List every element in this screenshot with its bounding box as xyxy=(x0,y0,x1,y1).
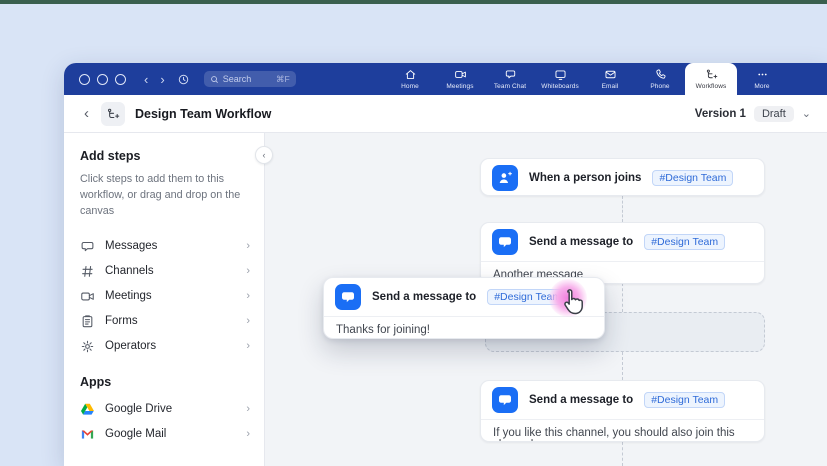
clipboard-icon xyxy=(80,314,95,329)
chevron-down-icon[interactable]: ⌄ xyxy=(802,107,811,120)
window-zoom-button[interactable] xyxy=(115,74,126,85)
whiteboard-icon xyxy=(554,68,567,81)
video-camera-icon xyxy=(454,68,467,81)
video-camera-icon xyxy=(80,289,95,304)
chevron-right-icon: › xyxy=(246,290,250,302)
search-placeholder: Search xyxy=(223,74,272,84)
window-close-button[interactable] xyxy=(79,74,90,85)
page-title: Design Team Workflow xyxy=(135,107,271,121)
connector-line xyxy=(622,442,623,466)
nav-tab-meetings[interactable]: Meetings xyxy=(435,63,485,95)
search-icon xyxy=(210,75,219,84)
back-button[interactable]: ‹ xyxy=(84,105,89,122)
workflow-icon-badge xyxy=(101,102,125,126)
chat-bubble-icon xyxy=(492,229,518,255)
chevron-right-icon: › xyxy=(246,240,250,252)
sidebar-collapse-button[interactable]: ‹ xyxy=(255,146,273,164)
chevron-right-icon: › xyxy=(246,340,250,352)
window-minimize-button[interactable] xyxy=(97,74,108,85)
nav-tab-workflows[interactable]: Workflows xyxy=(685,63,737,95)
app-window: ‹ › Search ⌘F Home Meetings Team Chat xyxy=(64,63,827,466)
search-input[interactable]: Search ⌘F xyxy=(204,71,296,87)
more-dots-icon xyxy=(756,68,769,81)
apps-heading: Apps xyxy=(80,375,250,389)
sidebar-item-messages[interactable]: Messages › xyxy=(80,234,250,259)
search-shortcut: ⌘F xyxy=(276,74,290,85)
nav-tab-whiteboards[interactable]: Whiteboards xyxy=(535,63,585,95)
main-nav: Home Meetings Team Chat Whiteboards Emai… xyxy=(385,63,787,95)
workflow-step-message-1[interactable]: Send a message to #Design Team Another m… xyxy=(480,222,765,284)
nav-tab-more[interactable]: More xyxy=(737,63,787,95)
connector-line xyxy=(622,283,623,312)
screen-top-edge xyxy=(0,0,827,4)
connector-line xyxy=(622,196,623,222)
sidebar-item-google-mail[interactable]: Google Mail › xyxy=(80,422,250,447)
nav-tab-phone[interactable]: Phone xyxy=(635,63,685,95)
nav-tab-email[interactable]: Email xyxy=(585,63,635,95)
google-drive-icon xyxy=(80,402,95,417)
hash-icon xyxy=(80,264,95,279)
step-body-text: If you like this channel, you should als… xyxy=(481,420,764,442)
window-controls[interactable] xyxy=(79,74,126,85)
connector-line xyxy=(622,352,623,380)
status-badge: Draft xyxy=(754,106,794,122)
step-title: When a person joins xyxy=(529,172,641,184)
chevron-right-icon: › xyxy=(246,403,250,415)
step-title: Send a message to xyxy=(529,236,633,248)
sidebar-item-operators[interactable]: Operators › xyxy=(80,334,250,359)
workflow-step-trigger[interactable]: When a person joins #Design Team xyxy=(480,158,765,196)
workflow-icon xyxy=(106,107,120,121)
chat-bubble-icon xyxy=(504,68,517,81)
channel-tag[interactable]: #Design Team xyxy=(644,392,725,408)
add-steps-sidebar: Add steps Click steps to add them to thi… xyxy=(64,133,265,466)
envelope-icon xyxy=(604,68,617,81)
nav-forward-button[interactable]: › xyxy=(154,73,170,86)
chevron-right-icon: › xyxy=(246,428,250,440)
phone-icon xyxy=(654,68,667,81)
nav-tab-home[interactable]: Home xyxy=(385,63,435,95)
hand-pointer-cursor xyxy=(557,288,587,320)
topbar: ‹ › Search ⌘F Home Meetings Team Chat xyxy=(64,63,827,95)
sidebar-item-forms[interactable]: Forms › xyxy=(80,309,250,334)
nav-back-button[interactable]: ‹ xyxy=(138,73,154,86)
person-add-icon xyxy=(492,165,518,191)
sidebar-item-google-drive[interactable]: Google Drive › xyxy=(80,397,250,422)
step-title: Send a message to xyxy=(529,394,633,406)
channel-tag[interactable]: #Design Team xyxy=(652,170,733,186)
chat-bubble-icon xyxy=(80,239,95,254)
workflow-canvas[interactable]: When a person joins #Design Team Send a … xyxy=(265,133,827,466)
nav-tab-team-chat[interactable]: Team Chat xyxy=(485,63,535,95)
sidebar-item-meetings[interactable]: Meetings › xyxy=(80,284,250,309)
sidebar-description: Click steps to add them to this workflow… xyxy=(80,171,250,220)
sidebar-heading: Add steps xyxy=(80,149,250,163)
chevron-right-icon: › xyxy=(246,315,250,327)
sidebar-item-channels[interactable]: Channels › xyxy=(80,259,250,284)
chat-bubble-icon xyxy=(335,284,361,310)
channel-tag[interactable]: #Design Team xyxy=(644,234,725,250)
version-label: Version 1 xyxy=(695,108,746,120)
history-icon[interactable] xyxy=(171,73,196,86)
home-icon xyxy=(404,68,417,81)
chevron-right-icon: › xyxy=(246,265,250,277)
workflow-icon xyxy=(705,68,718,81)
google-mail-icon xyxy=(80,427,95,442)
workflow-step-message-2[interactable]: Send a message to #Design Team If you li… xyxy=(480,380,765,442)
step-title: Send a message to xyxy=(372,291,476,303)
chat-bubble-icon xyxy=(492,387,518,413)
workflow-toolbar: ‹ Design Team Workflow Version 1 Draft ⌄ xyxy=(64,95,827,133)
gear-icon xyxy=(80,339,95,354)
